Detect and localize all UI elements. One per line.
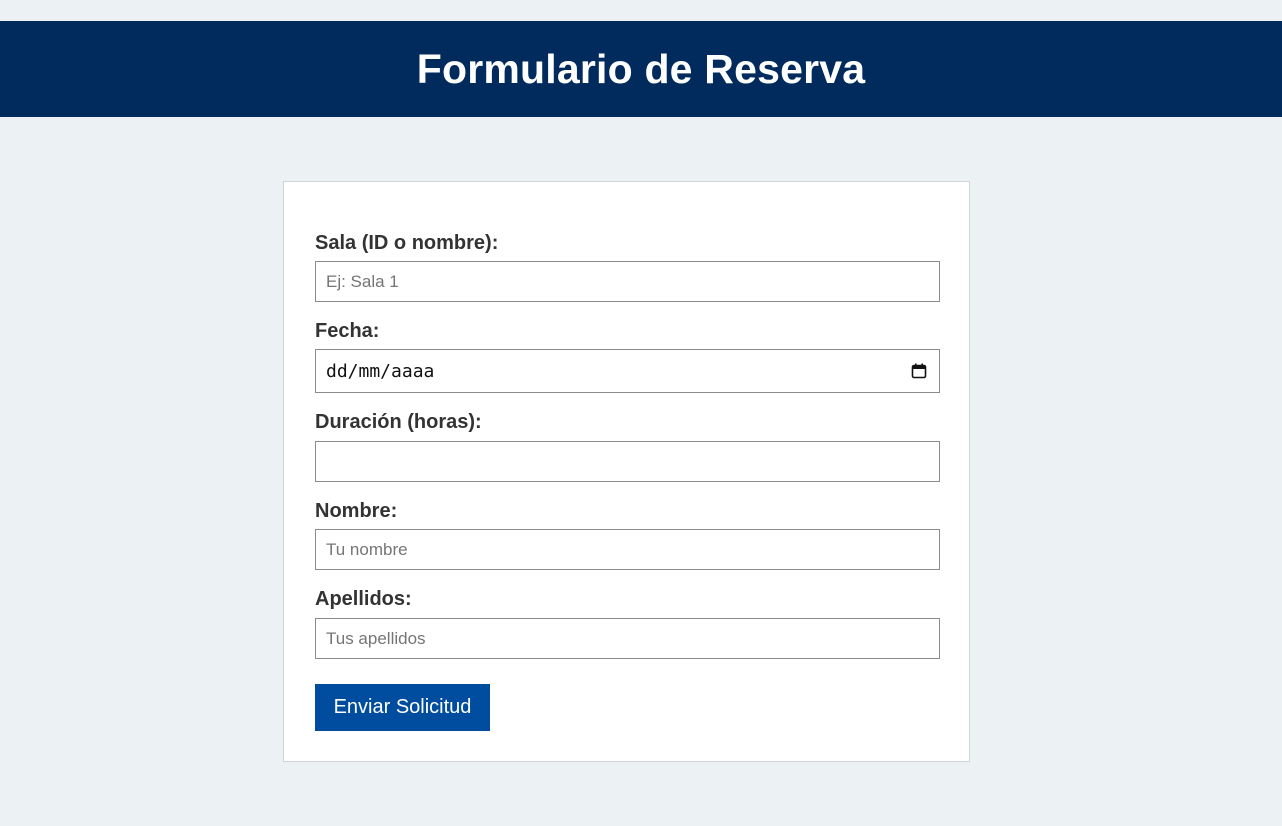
reservation-form: Sala (ID o nombre): Ej: Sala 1 Fecha: dd… [283,181,970,762]
sala-input[interactable]: Ej: Sala 1 [315,261,940,302]
calendar-icon[interactable] [911,363,927,379]
apellidos-label: Apellidos: [315,588,412,610]
nombre-input[interactable]: Tu nombre [315,529,940,570]
fecha-label: Fecha: [315,320,380,342]
submit-button[interactable]: Enviar Solicitud [315,684,490,731]
fecha-date-input[interactable]: dd/mm/aaaa [315,349,940,393]
apellidos-input[interactable]: Tus apellidos [315,618,940,659]
page-title: Formulario de Reserva [416,45,866,92]
apellidos-placeholder: Tus apellidos [326,628,426,648]
duracion-label: Duración (horas): [315,411,482,433]
page-header: Formulario de Reserva [0,21,1282,117]
sala-label: Sala (ID o nombre): [315,232,499,254]
nombre-label: Nombre: [315,500,398,522]
fecha-date-format: dd/mm/aaaa [326,360,435,382]
sala-placeholder: Ej: Sala 1 [326,271,399,291]
duracion-input[interactable] [315,441,940,482]
nombre-placeholder: Tu nombre [326,539,408,559]
